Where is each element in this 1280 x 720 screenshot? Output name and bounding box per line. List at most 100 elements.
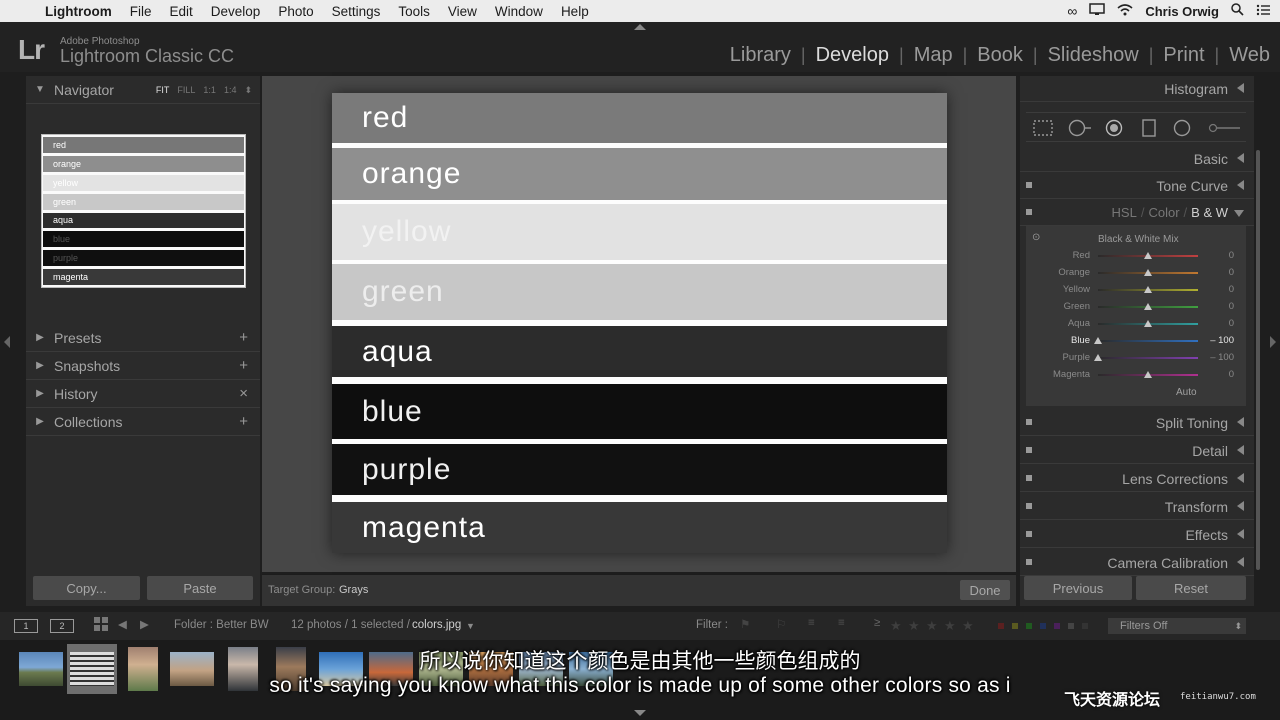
purple-label-filter[interactable] [1054,623,1060,629]
slider-value[interactable]: 0 [1229,301,1234,312]
no-label-filter[interactable] [1082,623,1088,629]
toggle-switch-icon[interactable] [1026,447,1032,453]
bw-slider-magenta[interactable]: Magenta 0 [1026,367,1246,384]
collapse-top-panel-icon[interactable] [634,24,646,30]
module-print[interactable]: Print [1153,44,1214,67]
module-library[interactable]: Library [720,44,801,67]
slider-value[interactable]: 0 [1229,250,1234,261]
toggle-switch-icon[interactable] [1026,209,1032,215]
rating-compare-icon[interactable]: ≡ [808,617,815,629]
disclosure-icon[interactable] [1237,445,1244,455]
menu-file[interactable]: File [121,4,161,19]
bw-slider-red[interactable]: Red 0 [1026,248,1246,265]
slider-value[interactable]: 0 [1229,369,1234,380]
menu-develop[interactable]: Develop [202,4,270,19]
spotlight-search-icon[interactable] [1231,3,1244,19]
toggle-switch-icon[interactable] [1026,531,1032,537]
radial-filter-icon[interactable] [1172,119,1192,142]
tab-hsl[interactable]: HSL [1112,205,1137,220]
disclosure-icon[interactable] [1237,501,1244,511]
clear-history-icon[interactable]: × [239,385,248,402]
custom-label-filter[interactable] [1068,623,1074,629]
transform-header[interactable]: Transform [1020,494,1254,520]
navigator-header[interactable]: ▼ Navigator FIT FILL 1:1 1:4 ⬍ [26,76,260,104]
slider-thumb[interactable] [1144,320,1152,327]
main-window-button[interactable]: 1 [14,619,38,633]
add-snapshot-icon[interactable]: + [239,357,248,374]
slider-thumb[interactable] [1144,286,1152,293]
slider-value[interactable]: 0 [1229,318,1234,329]
notification-center-icon[interactable] [1256,4,1270,19]
disclosure-icon[interactable] [1237,557,1244,567]
slider-track[interactable] [1098,357,1198,359]
flag-filter-icon[interactable]: ⚑ [740,617,750,631]
history-header[interactable]: ▶ History × [26,380,260,408]
menu-photo[interactable]: Photo [269,4,322,19]
disclosure-icon[interactable] [1237,529,1244,539]
red-eye-tool-icon[interactable] [1104,119,1124,142]
menu-help[interactable]: Help [552,4,598,19]
slider-value[interactable]: – 100 [1210,335,1234,346]
toggle-switch-icon[interactable] [1026,475,1032,481]
star-5-icon[interactable]: ★ [962,618,974,634]
slider-thumb[interactable] [1094,337,1102,344]
module-slideshow[interactable]: Slideshow [1038,44,1149,67]
slider-thumb[interactable] [1144,371,1152,378]
disclosure-down-icon[interactable]: ▼ [26,84,54,95]
slider-value[interactable]: – 100 [1210,352,1234,363]
zoom-1-4[interactable]: 1:4 [224,85,237,95]
spot-removal-tool-icon[interactable] [1068,119,1094,142]
camera-calibration-header[interactable]: Camera Calibration [1020,550,1254,576]
star-2-icon[interactable]: ★ [908,618,920,634]
toggle-switch-icon[interactable] [1026,503,1032,509]
tab-bw[interactable]: B & W [1191,205,1228,220]
collapse-left-panel-icon[interactable] [4,336,10,348]
selected-filename[interactable]: colors.jpg [412,619,461,631]
red-label-filter[interactable] [998,623,1004,629]
previous-button[interactable]: Previous [1024,576,1132,600]
effects-header[interactable]: Effects [1020,522,1254,548]
slider-thumb[interactable] [1144,303,1152,310]
star-4-icon[interactable]: ★ [944,618,956,634]
zoom-fit[interactable]: FIT [156,85,170,95]
creative-cloud-icon[interactable]: ∞ [1067,3,1077,19]
disclosure-right-icon[interactable]: ▶ [26,332,54,343]
histogram-header[interactable]: Histogram [1020,76,1254,102]
blue-label-filter[interactable] [1040,623,1046,629]
tone-curve-header[interactable]: Tone Curve [1020,173,1254,199]
green-label-filter[interactable] [1026,623,1032,629]
done-button[interactable]: Done [960,580,1010,600]
user-name[interactable]: Chris Orwig [1145,4,1219,19]
wifi-icon[interactable] [1117,3,1133,19]
filename-dropdown-icon[interactable]: ▼ [466,621,475,631]
photo[interactable]: red orange yellow green aqua blue purple magent… [332,93,947,553]
presets-header[interactable]: ▶ Presets + [26,324,260,352]
tab-color[interactable]: Color [1148,205,1179,220]
bw-slider-aqua[interactable]: Aqua 0 [1026,316,1246,333]
slider-thumb[interactable] [1144,269,1152,276]
adjustment-brush-icon[interactable] [1208,119,1242,142]
bw-slider-orange[interactable]: Orange 0 [1026,265,1246,282]
graduated-filter-icon[interactable] [1140,119,1158,142]
menu-settings[interactable]: Settings [323,4,390,19]
right-panel-scrollbar[interactable] [1256,150,1260,570]
targeted-adjustment-icon[interactable]: ⊙ [1032,232,1044,248]
disclosure-icon[interactable] [1237,417,1244,427]
copy-button[interactable]: Copy... [33,576,140,600]
rating-filter-icon[interactable]: ≡ [838,617,845,629]
slider-value[interactable]: 0 [1229,284,1234,295]
collapse-right-panel-icon[interactable] [1270,336,1276,348]
menu-window[interactable]: Window [486,4,552,19]
split-toning-header[interactable]: Split Toning [1020,410,1254,436]
reset-button[interactable]: Reset [1136,576,1246,600]
bw-slider-yellow[interactable]: Yellow 0 [1026,282,1246,299]
star-1-icon[interactable]: ★ [890,618,902,634]
module-web[interactable]: Web [1219,44,1280,67]
collections-header[interactable]: ▶ Collections + [26,408,260,436]
display-icon[interactable] [1089,3,1106,19]
disclosure-right-icon[interactable]: ▶ [26,388,54,399]
collapse-filmstrip-icon[interactable] [634,710,646,716]
slider-value[interactable]: 0 [1229,267,1234,278]
disclosure-down-icon[interactable] [1234,210,1244,217]
bw-slider-blue[interactable]: Blue – 100 [1026,333,1246,350]
